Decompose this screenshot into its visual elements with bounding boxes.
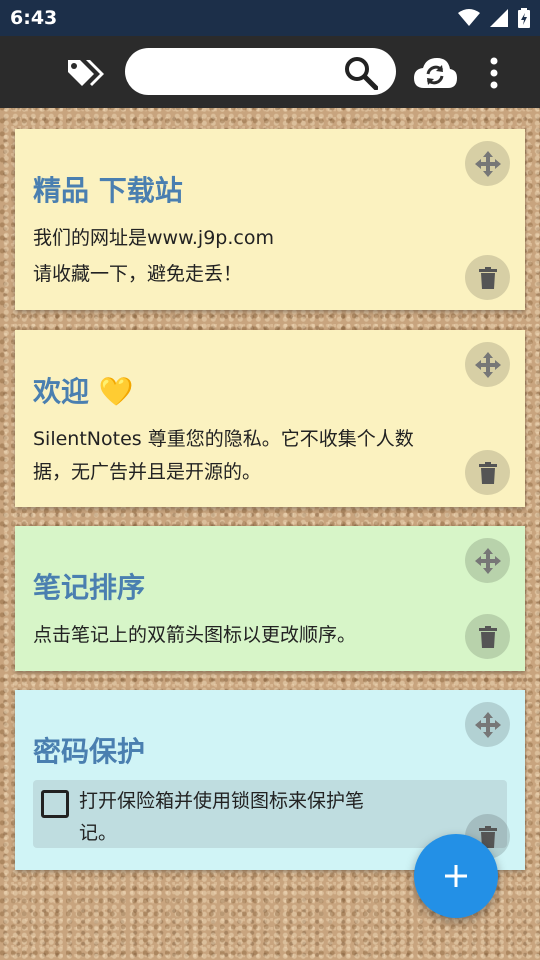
app-bar bbox=[0, 36, 540, 108]
move-button[interactable] bbox=[465, 342, 510, 387]
move-button[interactable] bbox=[465, 702, 510, 747]
note-title-text: 欢迎 bbox=[33, 375, 90, 408]
delete-button[interactable] bbox=[465, 614, 510, 659]
note-text: SilentNotes 尊重您的隐私。它不收集个人数 bbox=[33, 428, 414, 450]
checklist-text: 打开保险箱并使用锁图标来保护笔 bbox=[79, 790, 365, 812]
move-icon bbox=[474, 150, 501, 177]
tag-icon[interactable] bbox=[64, 52, 108, 92]
battery-icon bbox=[518, 8, 530, 28]
note-title: 欢迎 💛 bbox=[33, 370, 134, 410]
status-bar: 6:43 bbox=[0, 0, 540, 36]
move-icon bbox=[474, 711, 501, 738]
cloud-sync-icon[interactable] bbox=[412, 56, 458, 90]
note-title: 精品 下载站 bbox=[33, 174, 183, 207]
status-icons bbox=[458, 8, 530, 28]
checklist-text: 记。 bbox=[79, 822, 118, 844]
note-title: 密码保护 bbox=[33, 735, 146, 768]
signal-icon bbox=[490, 9, 508, 27]
heart-emoji: 💛 bbox=[98, 375, 134, 408]
note-text: 我们的网址是www.j9p.com bbox=[33, 227, 274, 249]
more-vert-icon[interactable] bbox=[482, 56, 506, 90]
note-card[interactable]: 欢迎 💛 SilentNotes 尊重您的隐私。它不收集个人数 据，无广告并且是… bbox=[15, 330, 525, 507]
delete-icon bbox=[478, 625, 497, 648]
move-button[interactable] bbox=[465, 141, 510, 186]
note-title: 笔记排序 bbox=[33, 571, 146, 604]
note-text: 请收藏一下，避免走丢！ bbox=[33, 263, 243, 285]
delete-button[interactable] bbox=[465, 255, 510, 300]
status-time: 6:43 bbox=[10, 7, 58, 29]
delete-button[interactable] bbox=[465, 450, 510, 495]
delete-icon bbox=[478, 461, 497, 484]
search-icon[interactable] bbox=[344, 56, 378, 90]
checkbox[interactable] bbox=[41, 790, 69, 818]
move-icon bbox=[474, 547, 501, 574]
note-text: 点击笔记上的双箭头图标以更改顺序。 bbox=[33, 624, 357, 646]
note-card[interactable]: 笔记排序 点击笔记上的双箭头图标以更改顺序。 bbox=[15, 526, 525, 671]
plus-icon bbox=[445, 865, 467, 887]
note-card[interactable]: 精品 下载站 我们的网址是www.j9p.com 请收藏一下，避免走丢！ bbox=[15, 129, 525, 310]
move-button[interactable] bbox=[465, 538, 510, 583]
add-note-button[interactable] bbox=[414, 834, 498, 918]
move-icon bbox=[474, 351, 501, 378]
wifi-icon bbox=[458, 9, 480, 26]
note-text: 据，无广告并且是开源的。 bbox=[33, 461, 262, 483]
delete-icon bbox=[478, 266, 497, 289]
